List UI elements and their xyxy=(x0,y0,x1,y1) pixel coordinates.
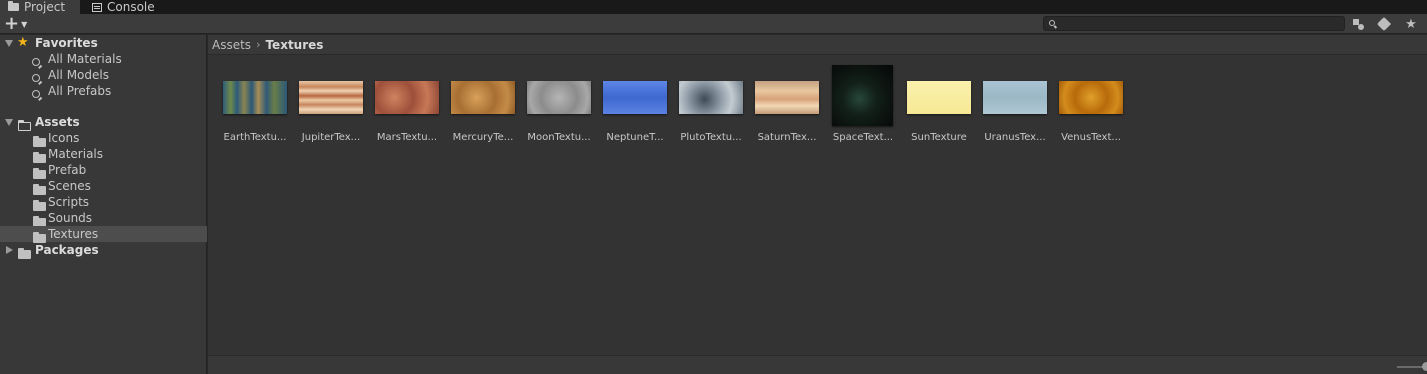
tab-project[interactable]: Project xyxy=(0,0,80,14)
texture-thumbnail xyxy=(679,81,743,114)
zoom-slider-handle[interactable] xyxy=(1422,362,1427,371)
tab-console-label: Console xyxy=(107,0,155,14)
tree-assets-label: Assets xyxy=(35,115,80,129)
tree-item-prefab[interactable]: Prefab xyxy=(0,162,207,179)
project-toolbar: + ▼ ★ xyxy=(0,14,1427,34)
breadcrumb-root[interactable]: Assets xyxy=(212,38,251,52)
texture-thumbnail xyxy=(907,81,971,114)
search-icon xyxy=(32,58,40,66)
tree-item-all-prefabs[interactable]: All Prefabs xyxy=(0,83,207,99)
tree-item-textures[interactable]: Textures xyxy=(0,226,207,243)
search-input[interactable] xyxy=(1043,16,1345,31)
expand-arrow-icon[interactable] xyxy=(6,246,13,254)
tree-packages[interactable]: Packages xyxy=(0,242,207,259)
asset-label: MercuryTe... xyxy=(452,132,514,143)
expand-arrow-icon[interactable] xyxy=(5,40,13,47)
folder-icon xyxy=(8,1,19,11)
asset-label: NeptuneT... xyxy=(606,132,664,143)
chevron-right-icon: › xyxy=(256,38,261,51)
add-asset-button[interactable]: + ▼ xyxy=(4,15,34,33)
tree-item-materials[interactable]: Materials xyxy=(0,146,207,163)
favorite-button[interactable]: ★ xyxy=(1400,15,1422,33)
texture-thumbnail xyxy=(223,81,287,114)
tree-item-sounds[interactable]: Sounds xyxy=(0,210,207,227)
type-filter-icon xyxy=(1353,18,1365,30)
tab-console[interactable]: Console xyxy=(84,0,163,14)
tree-item-label: All Prefabs xyxy=(48,84,112,98)
tree-item-label: Materials xyxy=(48,147,104,161)
star-icon: ★ xyxy=(17,35,29,50)
folder-tree: ★ Favorites All Materials All Models All… xyxy=(0,35,207,374)
texture-thumbnail xyxy=(755,81,819,114)
tree-item-scenes[interactable]: Scenes xyxy=(0,178,207,195)
tree-item-label: Scripts xyxy=(48,195,90,209)
texture-thumbnail xyxy=(832,65,893,126)
label-filter-icon xyxy=(1376,16,1392,32)
breadcrumb-current[interactable]: Textures xyxy=(265,38,323,52)
asset-label: PlutoTextu... xyxy=(680,132,742,143)
favorite-star-icon: ★ xyxy=(1405,16,1417,32)
asset-label: SaturnTex... xyxy=(757,132,817,143)
type-filter-button[interactable] xyxy=(1348,15,1370,33)
texture-thumbnail xyxy=(527,81,591,114)
tree-favorites[interactable]: ★ Favorites xyxy=(0,35,207,51)
tree-item-label: Textures xyxy=(48,227,99,241)
search-icon xyxy=(1049,20,1055,26)
texture-thumbnail xyxy=(375,81,439,114)
tree-assets[interactable]: Assets xyxy=(0,114,207,131)
tree-item-all-models[interactable]: All Models xyxy=(0,67,207,83)
asset-label: VenusText... xyxy=(1061,132,1121,143)
tree-item-label: Scenes xyxy=(48,179,91,193)
tree-item-label: Icons xyxy=(48,131,80,145)
tree-item-label: All Models xyxy=(48,68,109,82)
asset-label: SpaceText... xyxy=(832,132,894,143)
tree-item-label: All Materials xyxy=(48,52,122,66)
tree-item-icons[interactable]: Icons xyxy=(0,130,207,147)
search-icon xyxy=(32,90,40,98)
texture-thumbnail xyxy=(1059,81,1123,114)
asset-label: EarthTextu... xyxy=(223,132,287,143)
breadcrumb: Assets › Textures xyxy=(208,35,1427,55)
tree-packages-label: Packages xyxy=(35,243,99,257)
asset-label: JupiterTex... xyxy=(301,132,361,143)
asset-label: MarsTextu... xyxy=(376,132,438,143)
asset-label: SunTexture xyxy=(911,132,967,143)
label-filter-button[interactable] xyxy=(1373,15,1395,33)
search-icon xyxy=(32,74,40,82)
tree-item-all-materials[interactable]: All Materials xyxy=(0,51,207,67)
texture-thumbnail xyxy=(299,81,363,114)
asset-label: MoonTextu... xyxy=(527,132,591,143)
folder-icon xyxy=(18,247,31,259)
tree-item-label: Prefab xyxy=(48,163,87,177)
plus-icon: + xyxy=(4,13,20,34)
tree-item-scripts[interactable]: Scripts xyxy=(0,194,207,211)
tab-project-label: Project xyxy=(24,0,66,14)
tree-favorites-label: Favorites xyxy=(35,36,98,50)
expand-arrow-icon[interactable] xyxy=(5,119,13,126)
asset-label: UranusTex... xyxy=(984,132,1046,143)
chevron-down-icon: ▼ xyxy=(21,19,28,29)
window-tab-bar: Project Console xyxy=(0,0,1427,14)
console-icon xyxy=(92,2,102,12)
texture-thumbnail xyxy=(451,81,515,114)
asset-browser: Assets › Textures EarthTextu... JupiterT… xyxy=(208,35,1427,355)
status-bar xyxy=(208,355,1427,374)
texture-thumbnail xyxy=(603,81,667,114)
texture-thumbnail xyxy=(983,81,1047,114)
tree-item-label: Sounds xyxy=(48,211,93,225)
